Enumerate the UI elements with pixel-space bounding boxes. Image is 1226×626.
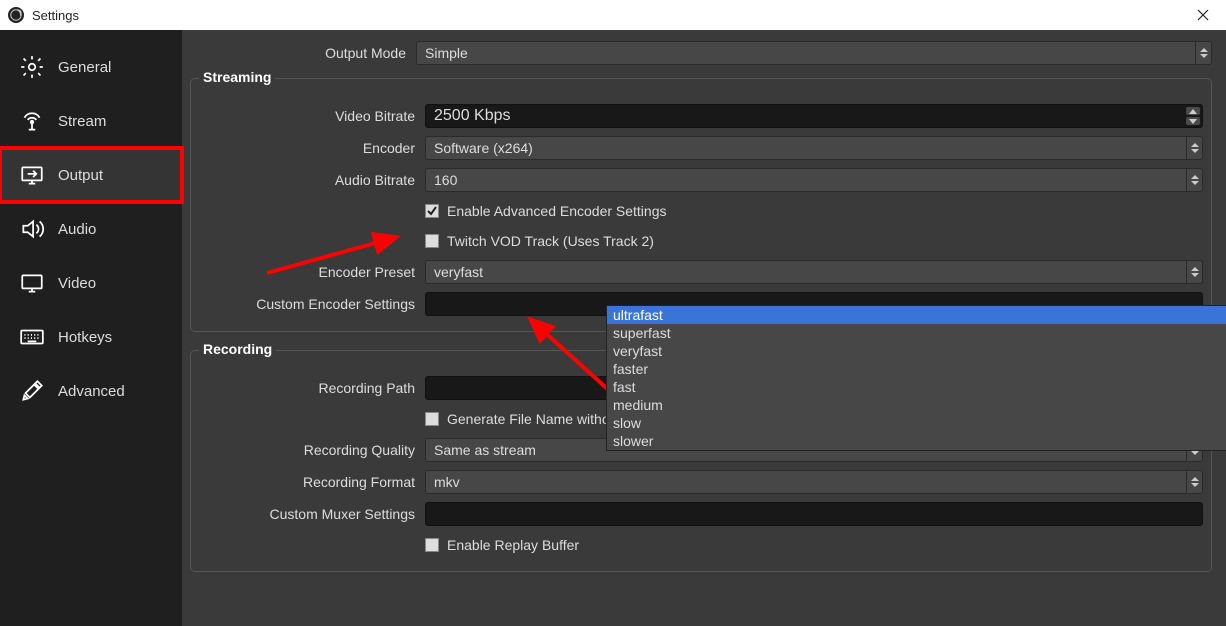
sidebar-item-output[interactable]: Output — [0, 148, 182, 202]
generate-filename-nospace-checkbox[interactable] — [425, 412, 439, 426]
video-bitrate-label: Video Bitrate — [199, 108, 425, 124]
sidebar-item-general[interactable]: General — [0, 40, 182, 94]
recording-format-label: Recording Format — [199, 474, 425, 490]
sidebar-item-label: Hotkeys — [58, 329, 112, 346]
sidebar-item-label: Stream — [58, 113, 106, 130]
output-mode-label: Output Mode — [190, 45, 416, 61]
twitch-vod-track-label: Twitch VOD Track (Uses Track 2) — [447, 233, 654, 249]
chevron-updown-icon — [1186, 471, 1202, 493]
custom-muxer-settings-label: Custom Muxer Settings — [199, 506, 425, 522]
encoder-preset-dropdown[interactable]: ultrafastsuperfastveryfastfasterfastmedi… — [606, 305, 1226, 451]
twitch-vod-track-checkbox[interactable] — [425, 234, 439, 248]
preset-option[interactable]: slow — [607, 414, 1226, 432]
recording-quality-label: Recording Quality — [199, 442, 425, 458]
audio-bitrate-select[interactable]: 160 — [425, 168, 1203, 192]
enable-replay-buffer-label: Enable Replay Buffer — [447, 537, 579, 553]
recording-format-select[interactable]: mkv — [425, 470, 1203, 494]
custom-encoder-settings-label: Custom Encoder Settings — [199, 296, 425, 312]
encoder-select[interactable]: Software (x264) — [425, 136, 1203, 160]
preset-option[interactable]: ultrafast — [607, 306, 1226, 324]
custom-muxer-settings-input[interactable] — [425, 502, 1203, 526]
settings-sidebar: General Stream Output Audio Video Hotkey… — [0, 30, 182, 626]
preset-option[interactable]: faster — [607, 360, 1226, 378]
sidebar-item-label: Audio — [58, 221, 96, 238]
recording-title: Recording — [199, 341, 276, 357]
enable-replay-buffer-checkbox[interactable] — [425, 538, 439, 552]
window-title: Settings — [32, 8, 79, 23]
sidebar-item-label: Video — [58, 275, 96, 292]
preset-option[interactable]: fast — [607, 378, 1226, 396]
sidebar-item-video[interactable]: Video — [0, 256, 182, 310]
sidebar-item-stream[interactable]: Stream — [0, 94, 182, 148]
streaming-group: Streaming Video Bitrate 2500 Kbps Encode… — [190, 78, 1212, 332]
close-button[interactable] — [1188, 0, 1218, 30]
audio-bitrate-label: Audio Bitrate — [199, 172, 425, 188]
chevron-updown-icon — [1186, 137, 1202, 159]
encoder-preset-label: Encoder Preset — [199, 264, 425, 280]
encoder-preset-select[interactable]: veryfast — [425, 260, 1203, 284]
sidebar-item-hotkeys[interactable]: Hotkeys — [0, 310, 182, 364]
title-bar: Settings — [0, 0, 1226, 30]
tools-icon — [18, 377, 46, 405]
settings-main: Output Mode Simple Streaming Video Bitra… — [182, 30, 1226, 626]
streaming-title: Streaming — [199, 69, 275, 85]
encoder-label: Encoder — [199, 140, 425, 156]
output-mode-select[interactable]: Simple — [416, 41, 1212, 65]
sidebar-item-label: Advanced — [58, 383, 125, 400]
sidebar-item-label: Output — [58, 167, 103, 184]
enable-advanced-encoder-label: Enable Advanced Encoder Settings — [447, 203, 667, 219]
keyboard-icon — [18, 323, 46, 351]
chevron-updown-icon — [1186, 169, 1202, 191]
enable-advanced-encoder-checkbox[interactable] — [425, 204, 439, 218]
gear-icon — [18, 53, 46, 81]
monitor-output-icon — [18, 161, 46, 189]
speaker-icon — [18, 215, 46, 243]
monitor-icon — [18, 269, 46, 297]
preset-option[interactable]: slower — [607, 432, 1226, 450]
sidebar-item-label: General — [58, 59, 111, 76]
preset-option[interactable]: medium — [607, 396, 1226, 414]
broadcast-icon — [18, 107, 46, 135]
preset-option[interactable]: veryfast — [607, 342, 1226, 360]
sidebar-item-advanced[interactable]: Advanced — [0, 364, 182, 418]
video-bitrate-input[interactable]: 2500 Kbps — [425, 104, 1203, 128]
preset-option[interactable]: superfast — [607, 324, 1226, 342]
chevron-updown-icon — [1186, 261, 1202, 283]
chevron-updown-icon — [1195, 42, 1211, 64]
spinner-icon[interactable] — [1186, 106, 1200, 126]
app-logo-icon — [8, 7, 24, 23]
recording-path-label: Recording Path — [199, 380, 425, 396]
sidebar-item-audio[interactable]: Audio — [0, 202, 182, 256]
